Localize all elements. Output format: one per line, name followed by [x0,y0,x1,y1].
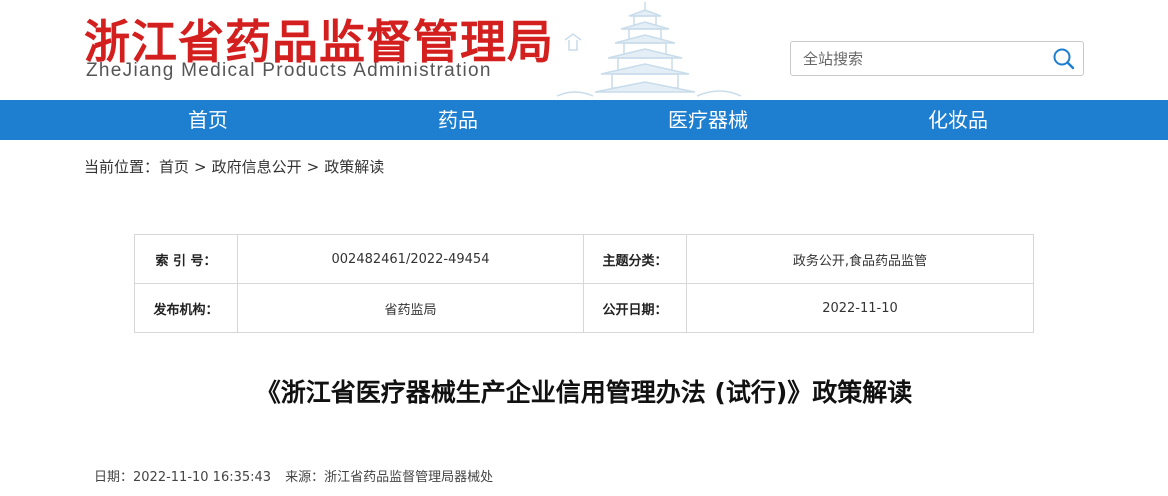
site-header: 浙江省药品监督管理局 ZheJiang Medical Products Adm… [0,0,1168,100]
publisher-label: 发布机构： [134,283,238,333]
search-icon [1053,48,1075,70]
table-row: 索 引 号： 002482461/2022-49454 主题分类： 政务公开,食… [134,234,1034,284]
table-row: 发布机构： 省药监局 公开日期： 2022-11-10 [134,283,1034,333]
breadcrumb: 当前位置：首页 > 政府信息公开 > 政策解读 [84,156,384,177]
nav-item-cosmetics[interactable]: 化妆品 [888,100,1028,140]
breadcrumb-policy[interactable]: 政策解读 [324,158,384,176]
index-number-label: 索 引 号： [134,234,238,284]
publisher-value: 省药监局 [237,283,584,333]
breadcrumb-home[interactable]: 首页 [159,158,189,176]
nav-item-home[interactable]: 首页 [138,100,278,140]
nav-item-medical-devices[interactable]: 医疗器械 [638,100,778,140]
topic-label: 主题分类： [583,234,687,284]
article-title: 《浙江省医疗器械生产企业信用管理办法 (试行)》政策解读 [255,378,913,407]
topic-value: 政务公开,食品药品监管 [686,234,1034,284]
search-button[interactable] [1051,47,1077,71]
publish-date-label: 公开日期： [583,283,687,333]
breadcrumb-separator: > [194,158,207,176]
search-box [790,41,1084,76]
search-input[interactable] [791,42,1041,75]
site-subtitle: ZheJiang Medical Products Administration [86,60,492,81]
publish-date-value: 2022-11-10 [686,283,1034,333]
index-number-value: 002482461/2022-49454 [237,234,584,284]
article-info: 日期：2022-11-10 16:35:43 来源：浙江省药品监督管理局器械处 [94,466,507,485]
main-nav: 首页 药品 医疗器械 化妆品 [0,100,1168,140]
pagoda-illustration [556,2,742,97]
breadcrumb-separator: > [306,158,320,176]
article-source: 来源：浙江省药品监督管理局器械处 [285,470,494,485]
nav-item-drugs[interactable]: 药品 [388,100,528,140]
breadcrumb-gov-info[interactable]: 政府信息公开 [212,158,302,176]
article-date: 日期：2022-11-10 16:35:43 [94,470,272,485]
breadcrumb-prefix: 当前位置： [84,158,160,176]
document-meta-table: 索 引 号： 002482461/2022-49454 主题分类： 政务公开,食… [134,234,1034,333]
